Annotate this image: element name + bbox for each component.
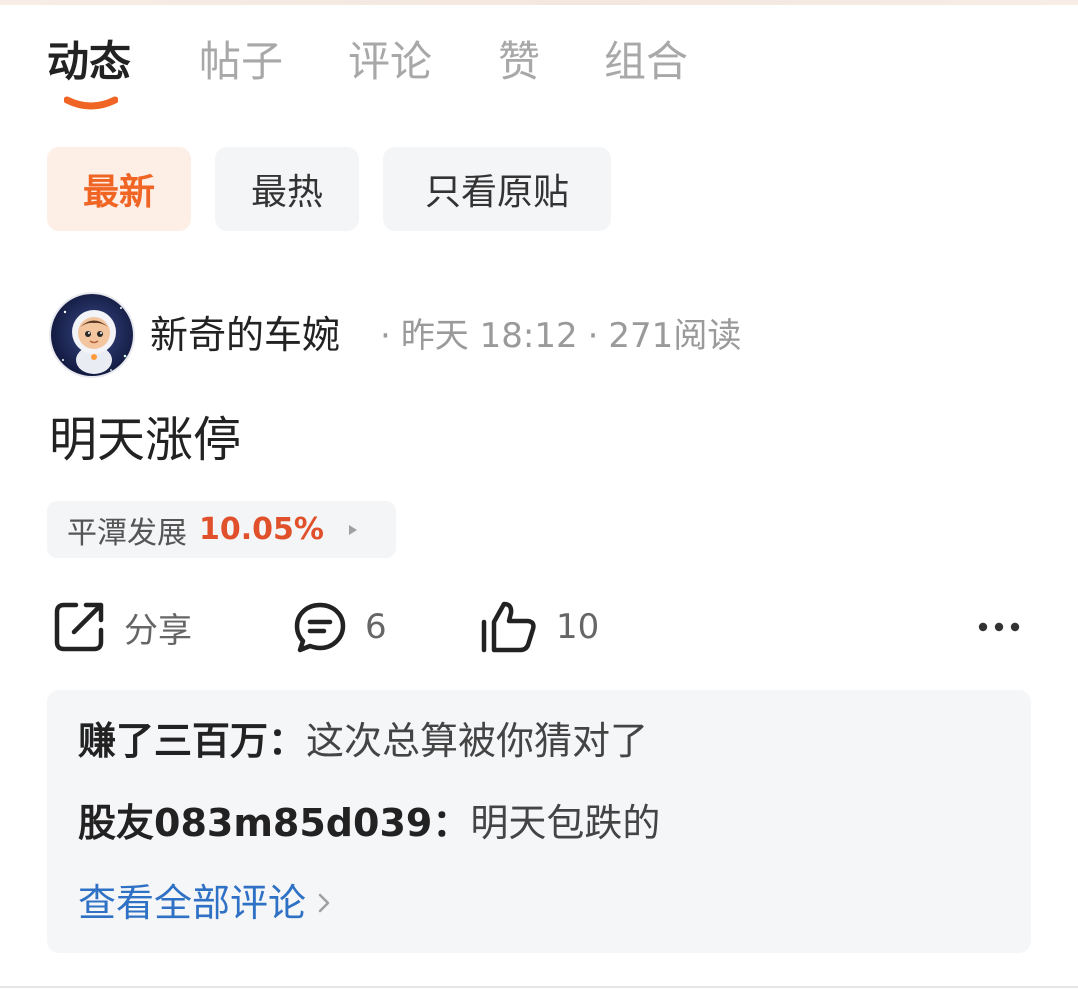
share-icon xyxy=(54,602,104,652)
post-meta: · 昨天 18:12 · 271阅读 xyxy=(370,313,741,359)
comment-text: 这次总算被你猜对了 xyxy=(306,719,649,763)
read-count: 271阅读 xyxy=(608,316,742,356)
stock-name: 平潭发展 xyxy=(67,515,187,551)
play-arrow-icon xyxy=(348,524,357,535)
share-label: 分享 xyxy=(124,610,192,651)
filter-original-only[interactable]: 只看原贴 xyxy=(383,147,611,231)
more-options-icon[interactable] xyxy=(975,612,1023,642)
post-content[interactable]: 明天涨停 xyxy=(49,410,241,470)
view-all-comments-link[interactable]: 查看全部评论 xyxy=(78,878,332,928)
share-button[interactable]: 分享 xyxy=(52,596,192,658)
comment-colon: ： xyxy=(432,801,471,845)
comment-text: 明天包跌的 xyxy=(470,801,661,845)
tab-dynamics[interactable]: 动态 xyxy=(47,34,131,90)
avatar[interactable] xyxy=(49,292,135,378)
comment-bubble-icon xyxy=(294,602,346,653)
like-count: 10 xyxy=(556,607,600,647)
thumbs-up-icon xyxy=(481,601,536,653)
view-all-label: 查看全部评论 xyxy=(78,881,307,925)
comment-count: 6 xyxy=(365,607,387,647)
tab-portfolio[interactable]: 组合 xyxy=(604,34,688,90)
like-button[interactable]: 10 xyxy=(480,596,599,658)
tab-likes[interactable]: 赞 xyxy=(498,34,540,90)
meta-separator: · xyxy=(587,316,599,356)
chevron-right-icon xyxy=(318,893,330,913)
stock-tag[interactable]: 平潭发展 10.05% xyxy=(47,501,396,558)
comments-preview: 赚了三百万：这次总算被你猜对了 股友083m85d039：明天包跌的 查看全部评… xyxy=(47,690,1031,953)
comment-item[interactable]: 股友083m85d039：明天包跌的 xyxy=(78,798,660,848)
post-time: 昨天 18:12 xyxy=(400,316,578,356)
top-edge xyxy=(0,0,1078,5)
page: 动态 帖子 评论 赞 组合 最新 最热 只看原贴 新奇的车婉 · 昨天 18:1… xyxy=(0,0,1078,991)
astronaut-avatar-icon xyxy=(51,294,133,376)
filter-hottest[interactable]: 最热 xyxy=(215,147,359,231)
comment-user[interactable]: 股友083m85d039 xyxy=(78,801,432,845)
filter-latest[interactable]: 最新 xyxy=(47,147,191,231)
author-name[interactable]: 新奇的车婉 xyxy=(150,311,340,359)
comment-button[interactable]: 6 xyxy=(293,596,387,658)
meta-separator: · xyxy=(380,316,391,356)
comment-item[interactable]: 赚了三百万：这次总算被你猜对了 xyxy=(78,716,648,766)
active-tab-indicator xyxy=(64,96,118,110)
comment-user[interactable]: 赚了三百万 xyxy=(78,719,268,763)
stock-change: 10.05% xyxy=(199,512,324,547)
comment-colon: ： xyxy=(268,719,307,763)
tab-posts[interactable]: 帖子 xyxy=(199,34,283,90)
tab-comments[interactable]: 评论 xyxy=(348,34,432,90)
bottom-divider xyxy=(0,986,1078,988)
